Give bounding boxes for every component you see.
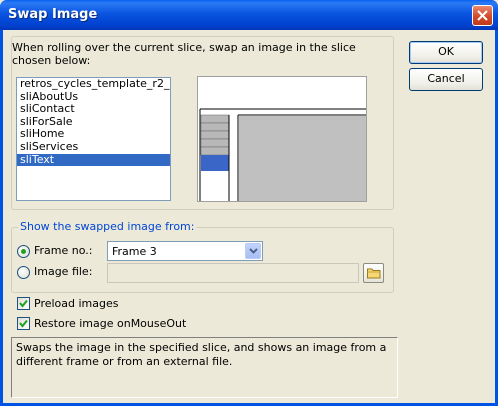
folder-icon xyxy=(367,268,381,279)
chevron-down-icon xyxy=(249,248,258,254)
frame-select-value: Frame 3 xyxy=(112,245,157,258)
preload-label[interactable]: Preload images xyxy=(34,296,119,312)
source-group-legend: Show the swapped image from: xyxy=(18,220,197,233)
dropdown-arrow-button[interactable] xyxy=(245,243,261,259)
checkmark-icon xyxy=(19,319,28,328)
close-icon xyxy=(477,10,488,21)
dialog-window: Swap Image When rolling over the current… xyxy=(0,0,498,406)
ok-button[interactable]: OK xyxy=(409,41,483,64)
close-button[interactable] xyxy=(472,5,493,26)
title-bar[interactable]: Swap Image xyxy=(0,0,498,30)
restore-label[interactable]: Restore image onMouseOut xyxy=(34,316,186,332)
slice-list-item[interactable]: sliServices xyxy=(17,140,170,154)
slice-listbox[interactable]: retros_cycles_template_r2_c3 sliAboutUs sl… xyxy=(16,77,171,201)
checkmark-icon xyxy=(19,299,28,308)
cancel-button[interactable]: Cancel xyxy=(409,68,483,91)
preload-checkbox[interactable] xyxy=(17,297,30,310)
image-file-field xyxy=(107,263,359,283)
browse-folder-button[interactable] xyxy=(363,263,384,283)
slice-list-item[interactable]: sliText xyxy=(17,153,170,167)
slice-preview-image xyxy=(198,77,366,201)
slice-list-item[interactable]: sliContact xyxy=(17,103,170,116)
frame-radio-label[interactable]: Frame no.: xyxy=(34,243,92,259)
description-text: When rolling over the current slice, swa… xyxy=(12,41,356,67)
slice-preview xyxy=(197,76,367,202)
restore-checkbox[interactable] xyxy=(17,317,30,330)
frame-select[interactable]: Frame 3 xyxy=(107,241,263,261)
help-text-box: Swaps the image in the specified slice, … xyxy=(11,337,398,398)
image-file-radio[interactable] xyxy=(17,266,30,279)
window-title: Swap Image xyxy=(8,7,98,22)
image-file-radio-label[interactable]: Image file: xyxy=(34,264,92,280)
dialog-client: When rolling over the current slice, swa… xyxy=(3,30,495,403)
slice-list-item[interactable]: retros_cycles_template_r2_c3 xyxy=(17,78,170,91)
frame-radio[interactable] xyxy=(17,245,30,258)
